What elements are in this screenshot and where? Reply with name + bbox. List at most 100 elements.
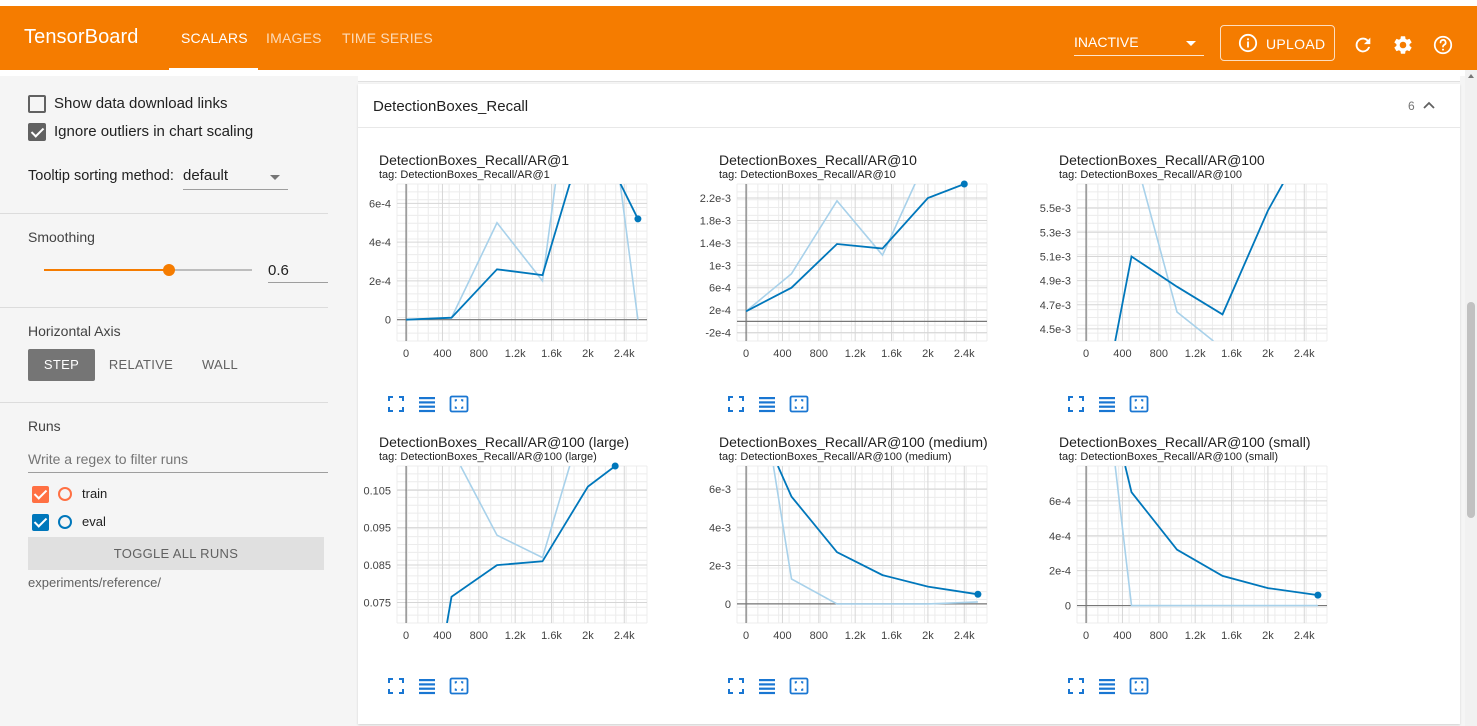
y-tick-label: 6e-4: [1049, 496, 1071, 508]
upload-label: UPLOAD: [1266, 36, 1326, 52]
fullscreen-icon[interactable]: [386, 676, 406, 696]
tab-scalars[interactable]: SCALARS: [181, 30, 248, 46]
x-tick-label: 400: [1113, 630, 1131, 642]
x-tick-label: 400: [433, 348, 451, 360]
x-tick-label: 800: [470, 630, 488, 642]
fit-domain-icon[interactable]: [1129, 394, 1149, 414]
caret-down-icon: [270, 175, 280, 180]
experiment-path: experiments/reference/: [28, 575, 161, 590]
y-tick-label: 0: [725, 599, 731, 611]
ignore-outliers-checkbox[interactable]: [28, 123, 46, 141]
x-tick-label: 0: [1083, 630, 1089, 642]
run-eval-checkbox[interactable]: [32, 514, 49, 531]
tab-time-series[interactable]: TIME SERIES: [342, 30, 433, 46]
x-tick-label: 2k: [922, 348, 934, 360]
scrollbar[interactable]: [1465, 70, 1477, 726]
tag-group-header[interactable]: DetectionBoxes_Recall 6: [358, 84, 1460, 128]
smoothing-input[interactable]: 0.6: [268, 259, 328, 283]
series-line-smoothed: [777, 466, 979, 596]
smoothing-slider-thumb[interactable]: [162, 264, 175, 276]
x-tick-label: 1.2k: [505, 630, 526, 642]
fit-domain-icon[interactable]: [789, 394, 809, 414]
show-download-links-checkbox[interactable]: [28, 95, 46, 113]
x-tick-label: 1.6k: [881, 630, 902, 642]
main-content: DetectionBoxes_Recall 6 DetectionBoxes_R…: [355, 76, 1465, 726]
inactive-select-value: INACTIVE: [1074, 34, 1139, 50]
chevron-up-icon[interactable]: [1422, 98, 1436, 112]
y-tick-label: 4e-4: [1049, 531, 1071, 543]
toggle-log-scale-icon[interactable]: [757, 394, 777, 414]
smoothing-label: Smoothing: [28, 229, 95, 245]
runs-filter-input[interactable]: Write a regex to filter runs: [28, 449, 328, 473]
fullscreen-icon[interactable]: [386, 394, 406, 414]
line-chart: 0.075 0.085 0.095 0.105 0 400 800 1.2k 1.6k 2k 2.4…: [363, 462, 648, 642]
y-tick-label: 1.8e-3: [700, 215, 731, 227]
fullscreen-icon[interactable]: [726, 676, 746, 696]
run-train-color-icon[interactable]: [58, 487, 72, 501]
tag-group-title: DetectionBoxes_Recall: [373, 98, 529, 115]
x-tick-label: 1.2k: [505, 348, 526, 360]
run-eval-color-icon[interactable]: [58, 515, 72, 529]
x-tick-label: 1.2k: [845, 348, 866, 360]
toggle-log-scale-icon[interactable]: [417, 676, 437, 696]
toggle-log-scale-icon[interactable]: [757, 676, 777, 696]
toggle-log-scale-icon[interactable]: [1097, 676, 1117, 696]
fullscreen-icon[interactable]: [1066, 676, 1086, 696]
fit-domain-icon[interactable]: [789, 676, 809, 696]
smoothing-slider[interactable]: [44, 264, 252, 276]
y-tick-label: 4.7e-3: [1040, 300, 1071, 312]
x-tick-label: 2k: [1262, 348, 1274, 360]
ignore-outliers-label: Ignore outliers in chart scaling: [54, 123, 254, 140]
toggle-log-scale-icon[interactable]: [417, 394, 437, 414]
info-icon: [1238, 33, 1258, 53]
axis-wall-button[interactable]: WALL: [190, 349, 250, 381]
inactive-plugins-select[interactable]: INACTIVE: [1074, 28, 1204, 56]
refresh-icon[interactable]: [1352, 34, 1374, 56]
y-tick-label: 2.2e-3: [700, 193, 731, 205]
y-tick-label: 0: [1065, 601, 1071, 613]
scroll-up-arrow-icon[interactable]: [1468, 74, 1474, 78]
x-tick-label: 0: [743, 348, 749, 360]
y-tick-label: 2e-3: [709, 561, 731, 573]
fit-domain-icon[interactable]: [449, 394, 469, 414]
help-icon[interactable]: [1432, 34, 1454, 56]
toggle-all-runs-button[interactable]: TOGGLE ALL RUNS: [28, 537, 324, 570]
axis-relative-button[interactable]: RELATIVE: [104, 349, 178, 381]
x-tick-label: 1.6k: [541, 348, 562, 360]
y-tick-label: 4e-3: [709, 522, 731, 534]
upload-button[interactable]: UPLOAD: [1220, 25, 1335, 61]
runs-label: Runs: [28, 418, 61, 434]
x-tick-label: 1.6k: [541, 630, 562, 642]
fullscreen-icon[interactable]: [726, 394, 746, 414]
fit-domain-icon[interactable]: [449, 676, 469, 696]
x-tick-label: 2.4k: [1294, 348, 1315, 360]
y-tick-label: 2e-4: [369, 276, 391, 288]
x-tick-label: 2k: [922, 630, 934, 642]
y-tick-label: 5.1e-3: [1040, 251, 1071, 263]
run-train-checkbox[interactable]: [32, 486, 49, 503]
last-point-marker: [1314, 591, 1322, 599]
y-tick-label: 0.095: [363, 523, 391, 535]
toggle-log-scale-icon[interactable]: [1097, 394, 1117, 414]
line-chart: 0 2e-3 4e-3 6e-3 0 400 800 1.2k 1.6k 2k 2.4k: [709, 465, 988, 642]
y-tick-label: 2e-4: [709, 305, 731, 317]
x-tick-label: 800: [470, 348, 488, 360]
x-tick-label: 2.4k: [614, 348, 635, 360]
previous-card-edge: [358, 76, 1460, 82]
line-chart: 0 2e-4 4e-4 6e-4 0 400 800 1.2k 1.6k 2k 2.4k: [369, 183, 648, 360]
y-tick-label: 4.5e-3: [1040, 324, 1071, 336]
tooltip-sorting-select[interactable]: default: [183, 164, 288, 190]
last-point-marker: [974, 590, 982, 598]
x-tick-label: 800: [1150, 630, 1168, 642]
x-tick-label: 400: [773, 630, 791, 642]
axis-step-button[interactable]: STEP: [28, 349, 95, 381]
y-tick-label: 4e-4: [369, 237, 391, 249]
fit-domain-icon[interactable]: [1129, 676, 1149, 696]
scrollbar-thumb[interactable]: [1467, 302, 1475, 518]
y-tick-label: 5.3e-3: [1040, 227, 1071, 239]
fullscreen-icon[interactable]: [1066, 394, 1086, 414]
settings-gear-icon[interactable]: [1392, 34, 1414, 56]
x-tick-label: 0: [403, 348, 409, 360]
tab-images[interactable]: IMAGES: [266, 30, 322, 46]
x-tick-label: 1.6k: [881, 348, 902, 360]
